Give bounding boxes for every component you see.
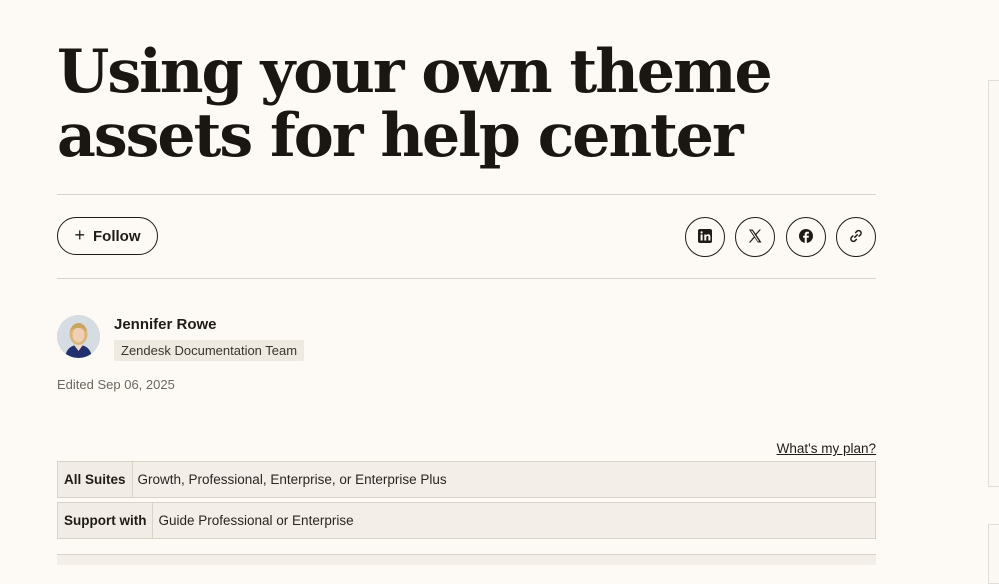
plan-row-partial <box>57 554 876 565</box>
follow-button[interactable]: + Follow <box>57 217 158 255</box>
follow-label: Follow <box>93 227 141 245</box>
copy-link-button[interactable] <box>836 217 876 257</box>
x-icon <box>747 228 763 247</box>
facebook-icon <box>798 228 814 247</box>
plan-row-value: Growth, Professional, Enterprise, or Ent… <box>137 472 447 487</box>
plan-row: All Suites Growth, Professional, Enterpr… <box>57 461 876 498</box>
plus-icon: + <box>74 225 85 245</box>
plan-row-label: Support with <box>58 503 154 538</box>
author-name[interactable]: Jennifer Rowe <box>114 316 217 333</box>
share-x-button[interactable] <box>735 217 775 257</box>
author-team-badge: Zendesk Documentation Team <box>114 340 305 361</box>
whats-my-plan-link[interactable]: What's my plan? <box>777 441 876 456</box>
divider-bottom <box>57 278 876 279</box>
avatar <box>57 315 100 358</box>
article-title: Using your own theme assets for help cen… <box>57 37 773 171</box>
sidebar-panel-secondary <box>988 524 999 584</box>
link-icon <box>848 228 864 247</box>
edited-date: Edited Sep 06, 2025 <box>57 377 175 392</box>
sidebar-panel <box>988 80 999 487</box>
linkedin-icon <box>697 228 713 247</box>
plan-row-value: Guide Professional or Enterprise <box>158 513 354 528</box>
plan-row-label: All Suites <box>58 462 133 497</box>
share-facebook-button[interactable] <box>786 217 826 257</box>
share-linkedin-button[interactable] <box>685 217 725 257</box>
plan-row: Support with Guide Professional or Enter… <box>57 502 876 539</box>
divider-top <box>57 194 876 195</box>
